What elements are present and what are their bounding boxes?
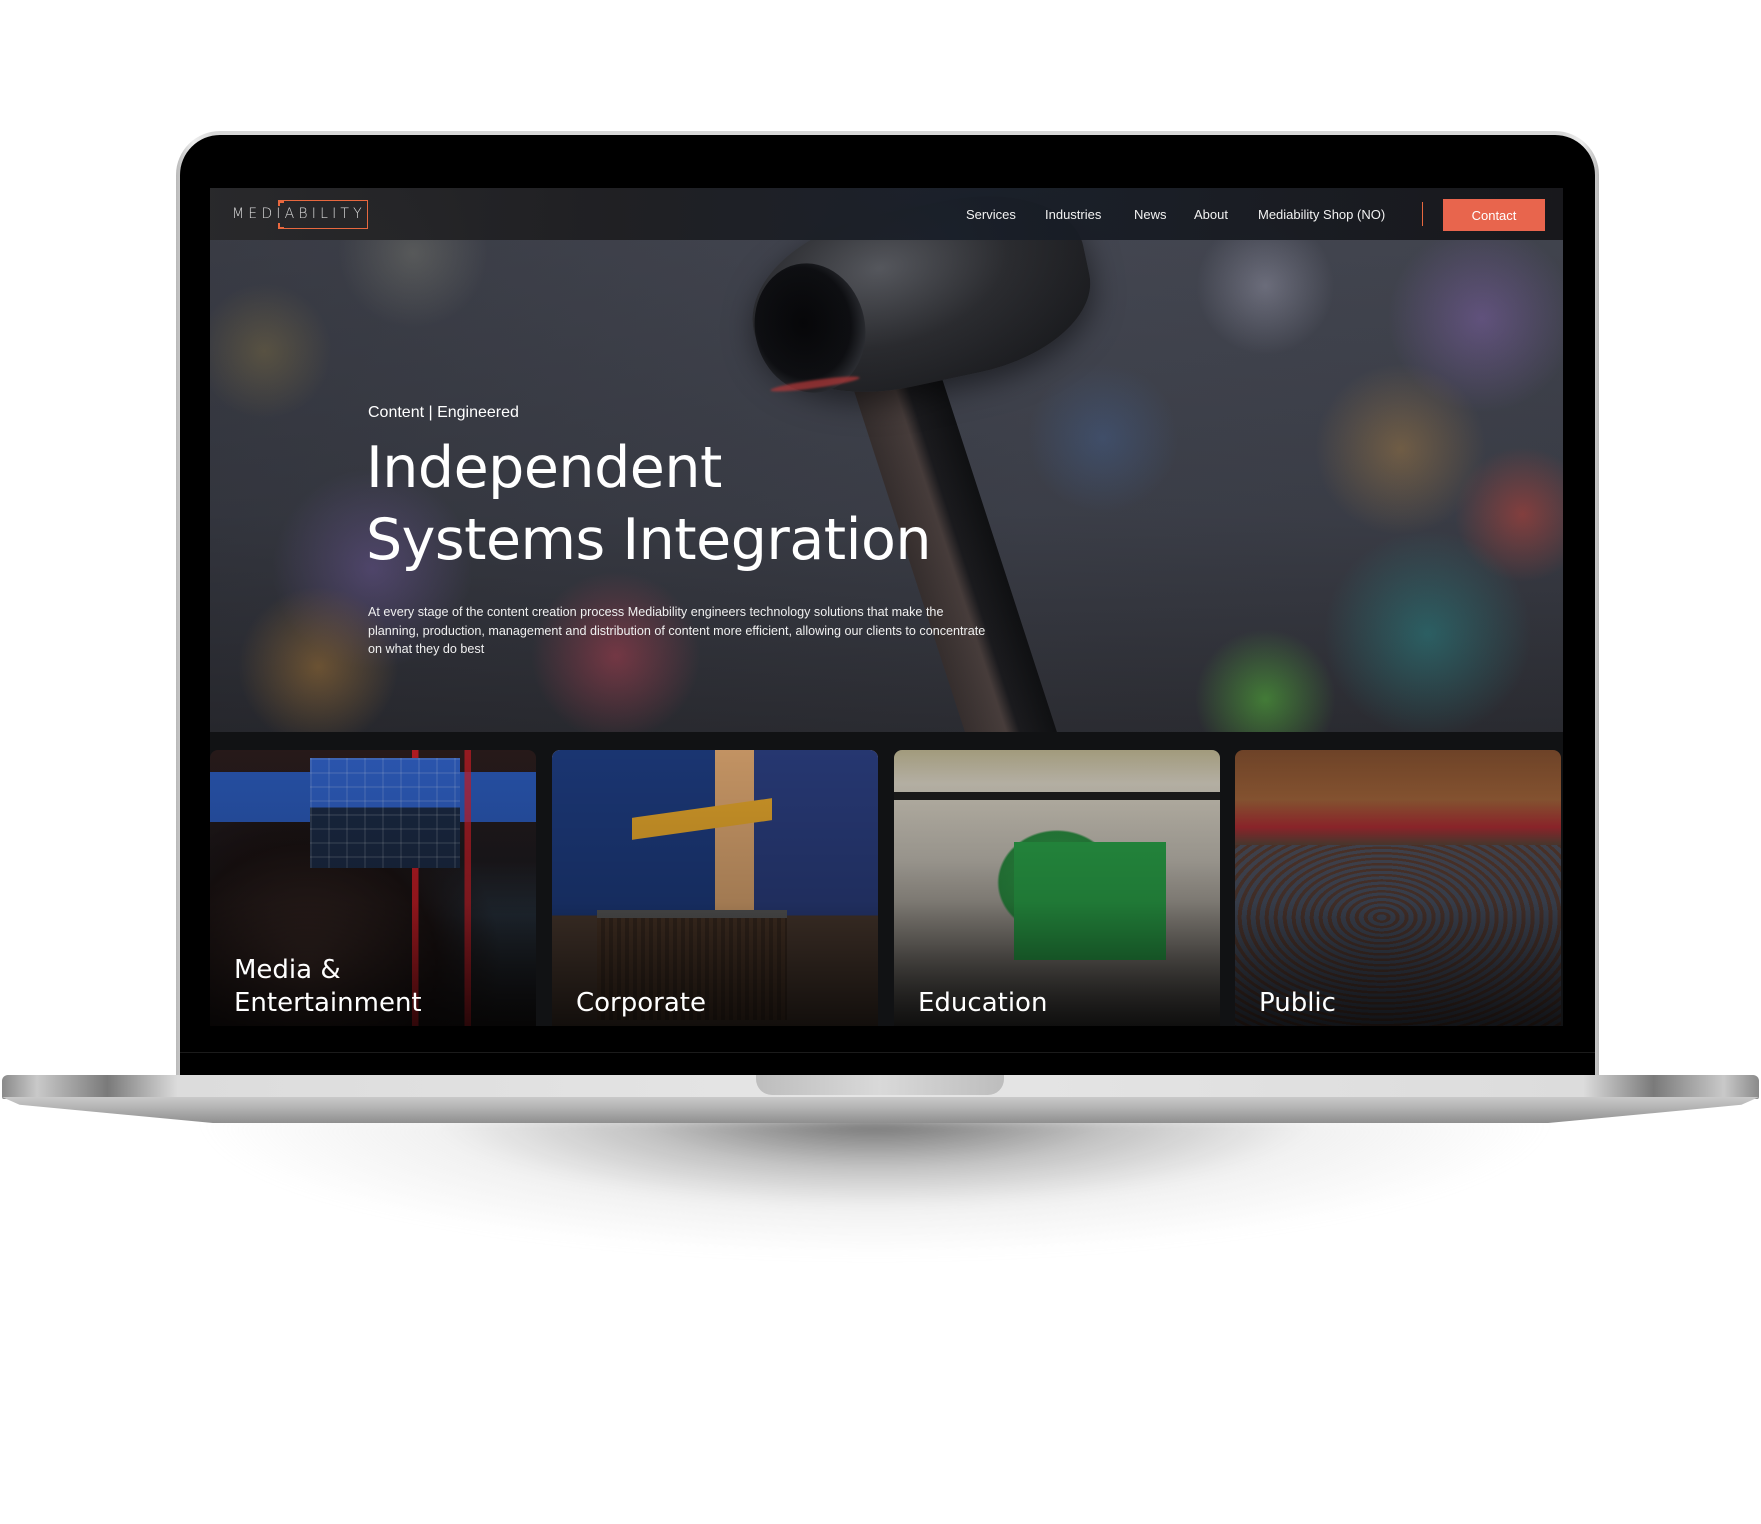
laptop-notch — [756, 1075, 1004, 1095]
tile-shade — [1235, 750, 1561, 1026]
hero-eyebrow: Content | Engineered — [368, 404, 519, 421]
industry-tile-label: Corporate — [576, 988, 706, 1018]
nav-news[interactable]: News — [1134, 207, 1167, 222]
nav-about[interactable]: About — [1194, 207, 1228, 222]
bezel-divider — [180, 1052, 1595, 1053]
laptop-base — [2, 1075, 1759, 1125]
hero-headline-line-1: Independent — [366, 435, 722, 501]
contact-button[interactable]: Contact — [1443, 199, 1545, 231]
industry-tile-corporate[interactable]: Corporate — [552, 750, 878, 1026]
main-nav: Services Industries News About Mediabili… — [210, 188, 1563, 240]
industry-tile-media-entertainment[interactable]: Media & Entertainment — [210, 750, 536, 1026]
industry-tile-label: Media & Entertainment — [234, 955, 422, 1018]
hero-section: Content | Engineered Independent Systems… — [210, 188, 1563, 732]
hero-description: At every stage of the content creation p… — [368, 605, 986, 656]
nav-mediability-shop[interactable]: Mediability Shop (NO) — [1258, 207, 1385, 222]
nav-divider — [1422, 202, 1423, 226]
nav-services[interactable]: Services — [966, 207, 1016, 222]
tile-shade — [894, 750, 1220, 1026]
hero-headline: Independent Systems Integration — [366, 432, 1066, 576]
industry-tile-public[interactable]: Public — [1235, 750, 1561, 1026]
industry-tile-label: Education — [918, 988, 1048, 1018]
browser-viewport: Content | Engineered Independent Systems… — [210, 188, 1563, 1026]
site-header: MEDIABILITY Services Industries News Abo… — [210, 188, 1563, 240]
laptop-base-bottom — [2, 1097, 1759, 1123]
tile-shade — [552, 750, 878, 1026]
hero-headline-line-2: Systems Integration — [366, 507, 931, 573]
nav-industries[interactable]: Industries — [1045, 207, 1101, 222]
industries-grid: Media & Entertainment Corporate Educatio… — [210, 750, 1563, 1026]
industry-tile-label: Public — [1259, 988, 1336, 1018]
industry-tile-education[interactable]: Education — [894, 750, 1220, 1026]
laptop-shadow — [140, 1118, 1610, 1348]
